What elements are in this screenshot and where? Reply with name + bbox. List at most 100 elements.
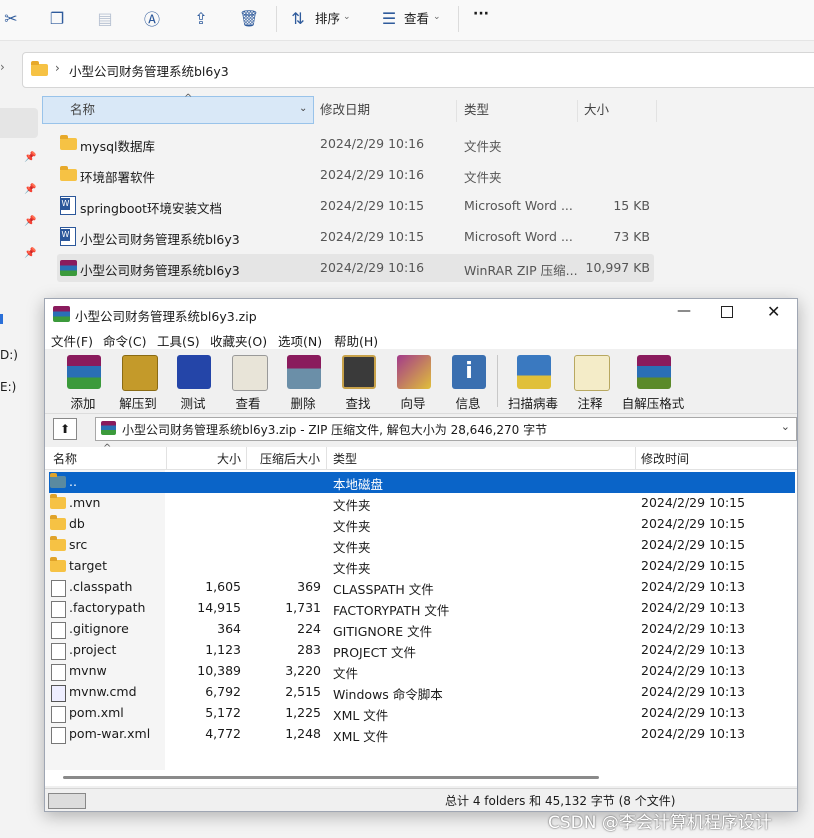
archive-row-selected[interactable]: .. 本地磁盘 xyxy=(49,472,795,493)
column-header-type[interactable]: 类型 xyxy=(333,450,357,467)
view-icon[interactable]: ☰ xyxy=(378,7,400,29)
address-bar[interactable]: › 小型公司财务管理系统bl6y3 xyxy=(22,52,814,88)
column-header-modified[interactable]: 修改时间 xyxy=(641,450,689,467)
entry-size: 6,792 xyxy=(205,684,241,699)
file-icon xyxy=(51,727,66,744)
archive-row[interactable]: .mvn 文件夹 2024/2/29 10:15 xyxy=(49,493,795,514)
archive-row[interactable]: target 文件夹 2024/2/29 10:15 xyxy=(49,556,795,577)
up-folder-icon xyxy=(50,473,66,488)
address-chevron-icon[interactable]: › xyxy=(0,60,5,74)
entry-type: 文件 xyxy=(333,666,359,681)
delete-icon[interactable]: 🗑 xyxy=(238,7,260,29)
file-row[interactable]: 小型公司财务管理系统bl6y3 2024/2/29 10:15 Microsof… xyxy=(57,223,654,251)
chevron-down-icon[interactable]: ⌄ xyxy=(781,420,790,433)
sort-button[interactable]: 排序 xyxy=(315,8,340,27)
column-header-size[interactable]: 大小 xyxy=(584,96,609,124)
archive-row[interactable]: pom.xml 5,172 1,225 XML 文件 2024/2/29 10:… xyxy=(49,703,795,724)
archive-row[interactable]: .gitignore 364 224 GITIGNORE 文件 2024/2/2… xyxy=(49,619,795,640)
rename-icon[interactable]: Ⓐ xyxy=(141,7,163,29)
sort-chevron-down-icon[interactable]: ⌄ xyxy=(343,12,351,22)
column-header-size[interactable]: 大小 xyxy=(217,450,241,467)
copy-icon[interactable]: ❐ xyxy=(46,7,68,29)
nav-selected-item[interactable] xyxy=(0,108,38,138)
entry-size: 1,123 xyxy=(205,642,241,657)
sfx-button[interactable]: 自解压格式 xyxy=(622,353,684,411)
menu-favorites[interactable]: 收藏夹(O) xyxy=(210,331,267,350)
file-modified: 2024/2/29 10:16 xyxy=(320,167,425,182)
file-row[interactable]: 环境部署软件 2024/2/29 10:16 文件夹 xyxy=(57,161,654,189)
archive-row[interactable]: .classpath 1,605 369 CLASSPATH 文件 2024/2… xyxy=(49,577,795,598)
minimize-button[interactable]: — xyxy=(677,303,691,319)
word-doc-icon xyxy=(60,227,76,246)
menu-commands[interactable]: 命令(C) xyxy=(103,331,146,350)
maximize-button[interactable] xyxy=(721,306,733,318)
column-header-name[interactable]: 名称 xyxy=(53,450,77,467)
scrollbar-thumb[interactable] xyxy=(63,776,599,779)
file-row[interactable]: springboot环境安装文档 2024/2/29 10:15 Microso… xyxy=(57,192,654,220)
toolbar-divider xyxy=(276,6,277,32)
drive-status-icon[interactable] xyxy=(48,793,86,809)
column-header-name[interactable]: 名称 xyxy=(70,96,95,124)
file-modified: 2024/2/29 10:15 xyxy=(320,198,425,213)
scan-virus-button[interactable]: 扫描病毒 xyxy=(505,353,561,411)
breadcrumb-separator: › xyxy=(55,61,60,75)
breadcrumb-folder[interactable]: 小型公司财务管理系统bl6y3 xyxy=(69,61,229,80)
column-filter-chevron-icon[interactable]: ⌄ xyxy=(299,103,307,114)
winrar-toolbar: 添加 解压到 测试 查看 删除 查找 向导 i 信息 扫描病毒 注释 自解压格式 xyxy=(45,349,797,414)
entry-size: 10,389 xyxy=(197,663,241,678)
sort-icon[interactable]: ⇅ xyxy=(287,7,309,29)
view-chevron-down-icon[interactable]: ⌄ xyxy=(433,12,441,22)
share-icon[interactable]: ⇪ xyxy=(190,7,212,29)
archive-row[interactable]: src 文件夹 2024/2/29 10:15 xyxy=(49,535,795,556)
file-row[interactable]: mysql数据库 2024/2/29 10:16 文件夹 xyxy=(57,130,654,158)
menu-help[interactable]: 帮助(H) xyxy=(334,331,378,350)
entry-modified: 2024/2/29 10:15 xyxy=(641,495,746,510)
more-options-button[interactable]: ··· xyxy=(473,6,489,22)
archive-row[interactable]: .project 1,123 283 PROJECT 文件 2024/2/29 … xyxy=(49,640,795,661)
cut-icon[interactable]: ✂ xyxy=(0,7,22,29)
archive-row[interactable]: db 文件夹 2024/2/29 10:15 xyxy=(49,514,795,535)
column-header-modified[interactable]: 修改日期 xyxy=(320,96,370,124)
file-icon xyxy=(51,643,66,660)
archive-row[interactable]: mvnw.cmd 6,792 2,515 Windows 命令脚本 2024/2… xyxy=(49,682,795,703)
file-name: 环境部署软件 xyxy=(80,170,156,185)
delete-icon xyxy=(287,355,321,389)
paste-icon[interactable]: ▤ xyxy=(94,7,116,29)
winrar-archive-icon xyxy=(60,260,77,276)
column-header-type[interactable]: 类型 xyxy=(464,96,489,124)
comment-button[interactable]: 注释 xyxy=(562,353,618,411)
drive-label-d[interactable]: D:) xyxy=(0,348,18,362)
drive-label-e[interactable]: E:) xyxy=(0,380,16,394)
file-name: mysql数据库 xyxy=(80,139,155,154)
winrar-title-bar[interactable]: 小型公司财务管理系统bl6y3.zip — ✕ xyxy=(45,299,797,329)
column-header-packed[interactable]: 压缩后大小 xyxy=(260,450,320,467)
pin-icon: 📌 xyxy=(24,216,37,227)
horizontal-scrollbar[interactable] xyxy=(45,770,797,786)
folder-icon xyxy=(60,135,77,150)
up-folder-button[interactable]: ⬆ xyxy=(53,418,77,440)
sfx-icon xyxy=(637,355,671,389)
entry-packed: 283 xyxy=(297,642,321,657)
add-archive-icon xyxy=(67,355,101,389)
file-row-selected[interactable]: 小型公司财务管理系统bl6y3 2024/2/29 10:16 WinRAR Z… xyxy=(57,254,654,282)
watermark: CSDN @李会计算机程序设计 xyxy=(548,813,772,833)
menu-file[interactable]: 文件(F) xyxy=(51,331,93,350)
folder-icon xyxy=(50,536,66,551)
menu-tools[interactable]: 工具(S) xyxy=(157,331,200,350)
column-divider xyxy=(577,100,578,122)
archive-row[interactable]: .factorypath 14,915 1,731 FACTORYPATH 文件… xyxy=(49,598,795,619)
winrar-window: 小型公司财务管理系统bl6y3.zip — ✕ 文件(F) 命令(C) 工具(S… xyxy=(44,298,798,812)
entry-type: CLASSPATH 文件 xyxy=(333,582,434,597)
entry-type: GITIGNORE 文件 xyxy=(333,624,433,639)
info-button[interactable]: i 信息 xyxy=(440,353,496,411)
entry-modified: 2024/2/29 10:15 xyxy=(641,558,746,573)
close-button[interactable]: ✕ xyxy=(767,302,780,321)
nav-indicator xyxy=(0,314,3,324)
view-button[interactable]: 查看 xyxy=(404,8,429,27)
menu-options[interactable]: 选项(N) xyxy=(278,331,322,350)
archive-row[interactable]: mvnw 10,389 3,220 文件 2024/2/29 10:13 xyxy=(49,661,795,682)
archive-row[interactable]: pom-war.xml 4,772 1,248 XML 文件 2024/2/29… xyxy=(49,724,795,745)
entry-type: 本地磁盘 xyxy=(333,477,384,492)
path-dropdown[interactable]: 小型公司财务管理系统bl6y3.zip - ZIP 压缩文件, 解包大小为 28… xyxy=(95,417,797,441)
entry-name: .mvn xyxy=(69,495,101,510)
